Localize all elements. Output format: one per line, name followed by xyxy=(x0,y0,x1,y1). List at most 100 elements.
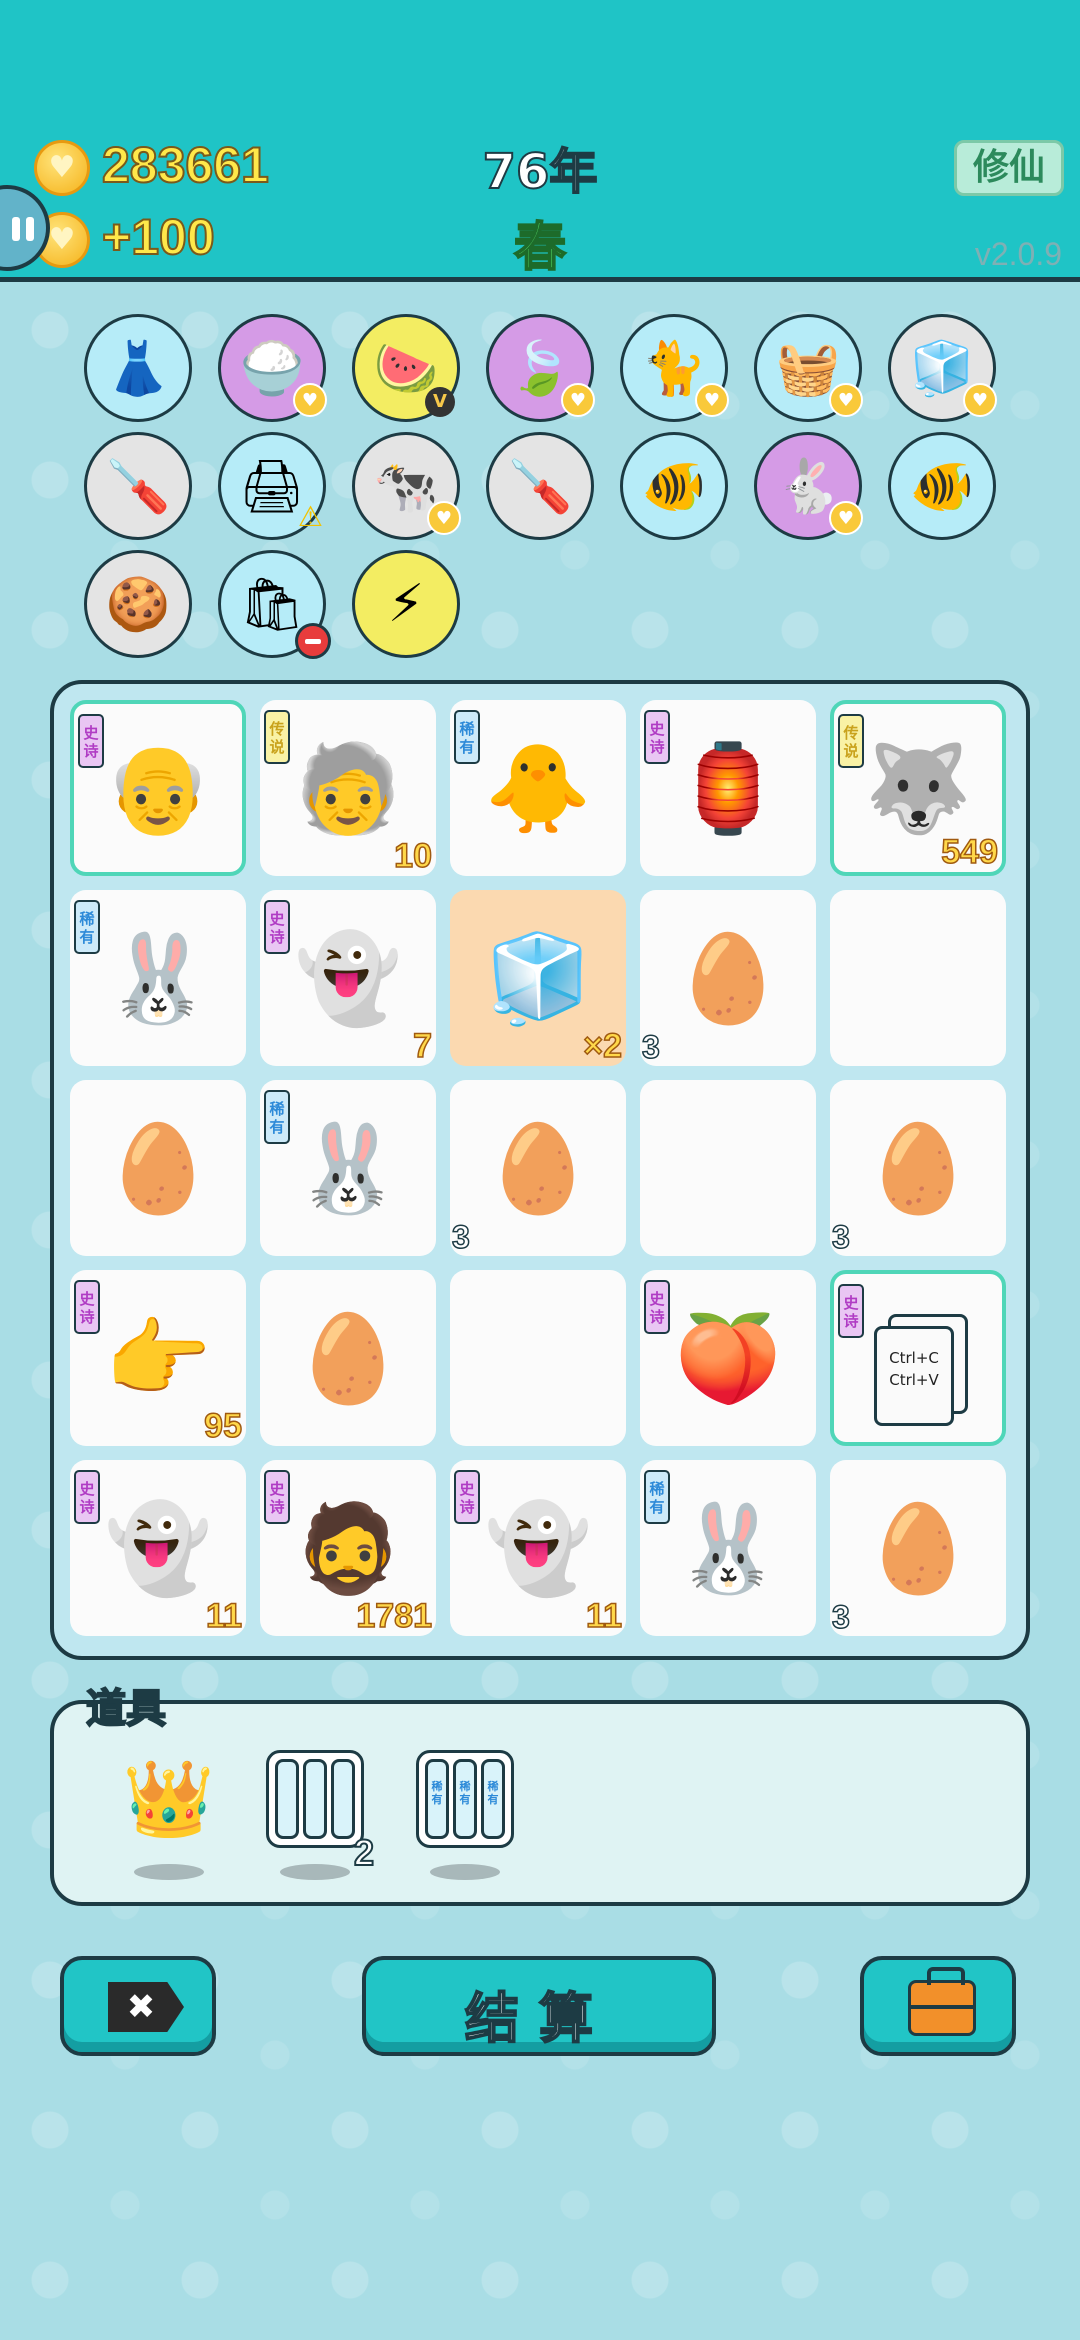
crown-icon: 👑 xyxy=(122,1755,216,1842)
item-fish-bowl[interactable]: 🐠 xyxy=(620,432,728,540)
rare-slots-prop[interactable]: 稀有 稀有 稀有 xyxy=(410,1744,520,1854)
item-printer[interactable]: 🖨 ⚠ xyxy=(218,432,326,540)
board-cell-egg[interactable]: 🥚 3 xyxy=(450,1080,626,1256)
board-cell-egg[interactable]: 🥚 xyxy=(70,1080,246,1256)
board-cell-peach[interactable]: 🍑 史诗 xyxy=(640,1270,816,1446)
board-cell-farmer-grandpa[interactable]: 👴 史诗 xyxy=(70,700,246,876)
board-cell-husky-king[interactable]: 🐺 传说 549 xyxy=(830,700,1006,876)
board-cell-egg[interactable]: 🥚 3 xyxy=(640,890,816,1066)
item-cows[interactable]: 🐄 ♥ xyxy=(352,432,461,540)
item-skirt[interactable]: 👗 xyxy=(84,314,192,422)
board-cell-bearded-grandpa[interactable]: 🧔 史诗 1781 xyxy=(260,1460,436,1636)
heart-badge-icon: ♥ xyxy=(829,501,863,535)
cell-count: 3 xyxy=(641,1028,660,1066)
item-trash-bag[interactable]: 🛍 xyxy=(218,550,331,659)
slots-prop-count: 2 xyxy=(353,1831,375,1874)
fish-bowl-icon: 🐠 xyxy=(641,456,707,517)
cell-count: 549 xyxy=(941,832,999,872)
board-cell-ghost[interactable]: 👻 史诗 11 xyxy=(70,1460,246,1636)
item-cat[interactable]: 🐈 ♥ xyxy=(620,314,729,422)
crown-prop[interactable]: 👑 xyxy=(114,1744,224,1854)
cell-count: 1781 xyxy=(356,1596,433,1636)
rarity-badge: 史诗 xyxy=(644,1280,670,1334)
rarity-badge: 史诗 xyxy=(838,1284,864,1338)
cell-count: 11 xyxy=(205,1596,242,1636)
screwdriver-icon: 🪛 xyxy=(105,456,171,517)
rarity-badge: 史诗 xyxy=(74,1280,100,1334)
rarity-badge: 稀有 xyxy=(74,900,100,954)
settle-button[interactable]: 结算 xyxy=(362,1956,716,2056)
egg-icon: 🥚 xyxy=(294,1308,402,1409)
rarity-badge: 稀有 xyxy=(264,1090,290,1144)
cell-count: 7 xyxy=(412,1026,432,1066)
board-cell-egg[interactable]: 🥚 3 xyxy=(830,1080,1006,1256)
item-fruit-platter[interactable]: 🍉 V xyxy=(352,314,460,422)
top-bar: ♥ 283661 ♥ +100 76年 春 修仙 v2.0.9 xyxy=(0,0,1080,282)
rarity-badge: 稀有 xyxy=(454,710,480,764)
item-sugar-cubes[interactable]: 🧊 ♥ xyxy=(888,314,997,422)
cell-count: 95 xyxy=(203,1406,242,1446)
fruit-platter-icon: 🍉 xyxy=(373,338,439,399)
board-cell-rabbit[interactable]: 🐰 稀有 xyxy=(640,1460,816,1636)
board-cell-empty[interactable] xyxy=(830,890,1006,1066)
slot-bar xyxy=(331,1759,355,1839)
item-fish-bowl[interactable]: 🐠 xyxy=(888,432,996,540)
heart-badge-icon: ♥ xyxy=(427,501,461,535)
printer-icon: 🖨 xyxy=(238,456,305,517)
year-label: 76年 xyxy=(482,143,599,201)
rare-slot: 稀有 xyxy=(453,1759,477,1839)
board-cell-egg[interactable]: 🥚 3 xyxy=(830,1460,1006,1636)
cat-icon: 🐈 xyxy=(641,338,707,399)
sugar-cubes-icon: 🧊 xyxy=(909,338,975,399)
rabbit-icon: 🐇 xyxy=(775,456,841,517)
item-rice-bowl[interactable]: 🍚 ♥ xyxy=(218,314,327,422)
slot-bar xyxy=(275,1759,299,1839)
item-leaf[interactable]: 🍃 ♥ xyxy=(486,314,595,422)
rarity-badge: 史诗 xyxy=(264,900,290,954)
board-cell-ctrl-c-v[interactable]: Ctrl+C Ctrl+V 史诗 xyxy=(830,1270,1006,1446)
props-title: 道具 xyxy=(85,1685,167,1733)
slot-board: 👴 史诗 🧓 传说 10 🐥 稀有 🏮 史诗 🐺 传说 549 🐰 稀有 👻 史诗 7 🧊 ×2 🥚 3 🥚 🐰 稀有 🥚 3 🥚 3… xyxy=(50,680,1030,1660)
card-front: Ctrl+C Ctrl+V xyxy=(874,1326,954,1426)
heart-badge-icon: ♥ xyxy=(829,383,863,417)
cell-count: 3 xyxy=(451,1218,470,1256)
item-lightning[interactable]: ⚡ xyxy=(352,550,460,658)
leaf-icon: 🍃 xyxy=(507,338,573,399)
heart-badge-icon: ♥ xyxy=(293,383,327,417)
board-cell-ghost[interactable]: 👻 史诗 7 xyxy=(260,890,436,1066)
v-badge-icon: V xyxy=(425,387,455,417)
board-cell-rabbit-house[interactable]: 🏮 史诗 xyxy=(640,700,816,876)
prop-shadow xyxy=(430,1864,500,1880)
board-cell-empty[interactable] xyxy=(450,1270,626,1446)
item-fruit-basket[interactable]: 🧺 ♥ xyxy=(754,314,863,422)
board-cell-pointing-hand[interactable]: 👉 史诗 95 xyxy=(70,1270,246,1446)
xiuxian-button[interactable]: 修仙 xyxy=(954,140,1064,196)
snack-pack-icon: 🍪 xyxy=(105,574,171,635)
board-cell-empty[interactable] xyxy=(640,1080,816,1256)
item-screwdriver[interactable]: 🪛 xyxy=(486,432,594,540)
screwdriver-icon: 🪛 xyxy=(507,456,573,517)
prop-shadow xyxy=(134,1864,204,1880)
item-rabbit[interactable]: 🐇 ♥ xyxy=(754,432,863,540)
board-cell-ghost[interactable]: 👻 史诗 11 xyxy=(450,1460,626,1636)
item-snack-pack[interactable]: 🍪 xyxy=(84,550,192,658)
heart-badge-icon: ♥ xyxy=(561,383,595,417)
board-cell-chick[interactable]: 🐥 稀有 xyxy=(450,700,626,876)
board-cell-egg[interactable]: 🥚 xyxy=(260,1270,436,1446)
backpack-button[interactable] xyxy=(860,1956,1016,2056)
rare-slots-icon: 稀有 稀有 稀有 xyxy=(416,1750,514,1848)
board-cell-rabbit[interactable]: 🐰 稀有 xyxy=(70,890,246,1066)
slots-prop[interactable]: 2 xyxy=(260,1744,375,1874)
egg-icon: 🥚 xyxy=(484,1118,592,1219)
board-cell-fridge[interactable]: 🧊 ×2 xyxy=(450,890,626,1066)
ctrl-c-text: Ctrl+C xyxy=(889,1349,939,1367)
copy-paste-icon: Ctrl+C Ctrl+V xyxy=(874,1314,968,1426)
item-screwdriver[interactable]: 🪛 xyxy=(84,432,192,540)
egg-icon: 🥚 xyxy=(864,1498,972,1599)
board-cell-rabbit[interactable]: 🐰 稀有 xyxy=(260,1080,436,1256)
season-label: 春 xyxy=(513,217,567,279)
close-button[interactable]: ✖ xyxy=(60,1956,216,2056)
lightning-icon: ⚡ xyxy=(387,574,425,634)
skirt-icon: 👗 xyxy=(105,338,171,399)
board-cell-bald-grandpa[interactable]: 🧓 传说 10 xyxy=(260,700,436,876)
